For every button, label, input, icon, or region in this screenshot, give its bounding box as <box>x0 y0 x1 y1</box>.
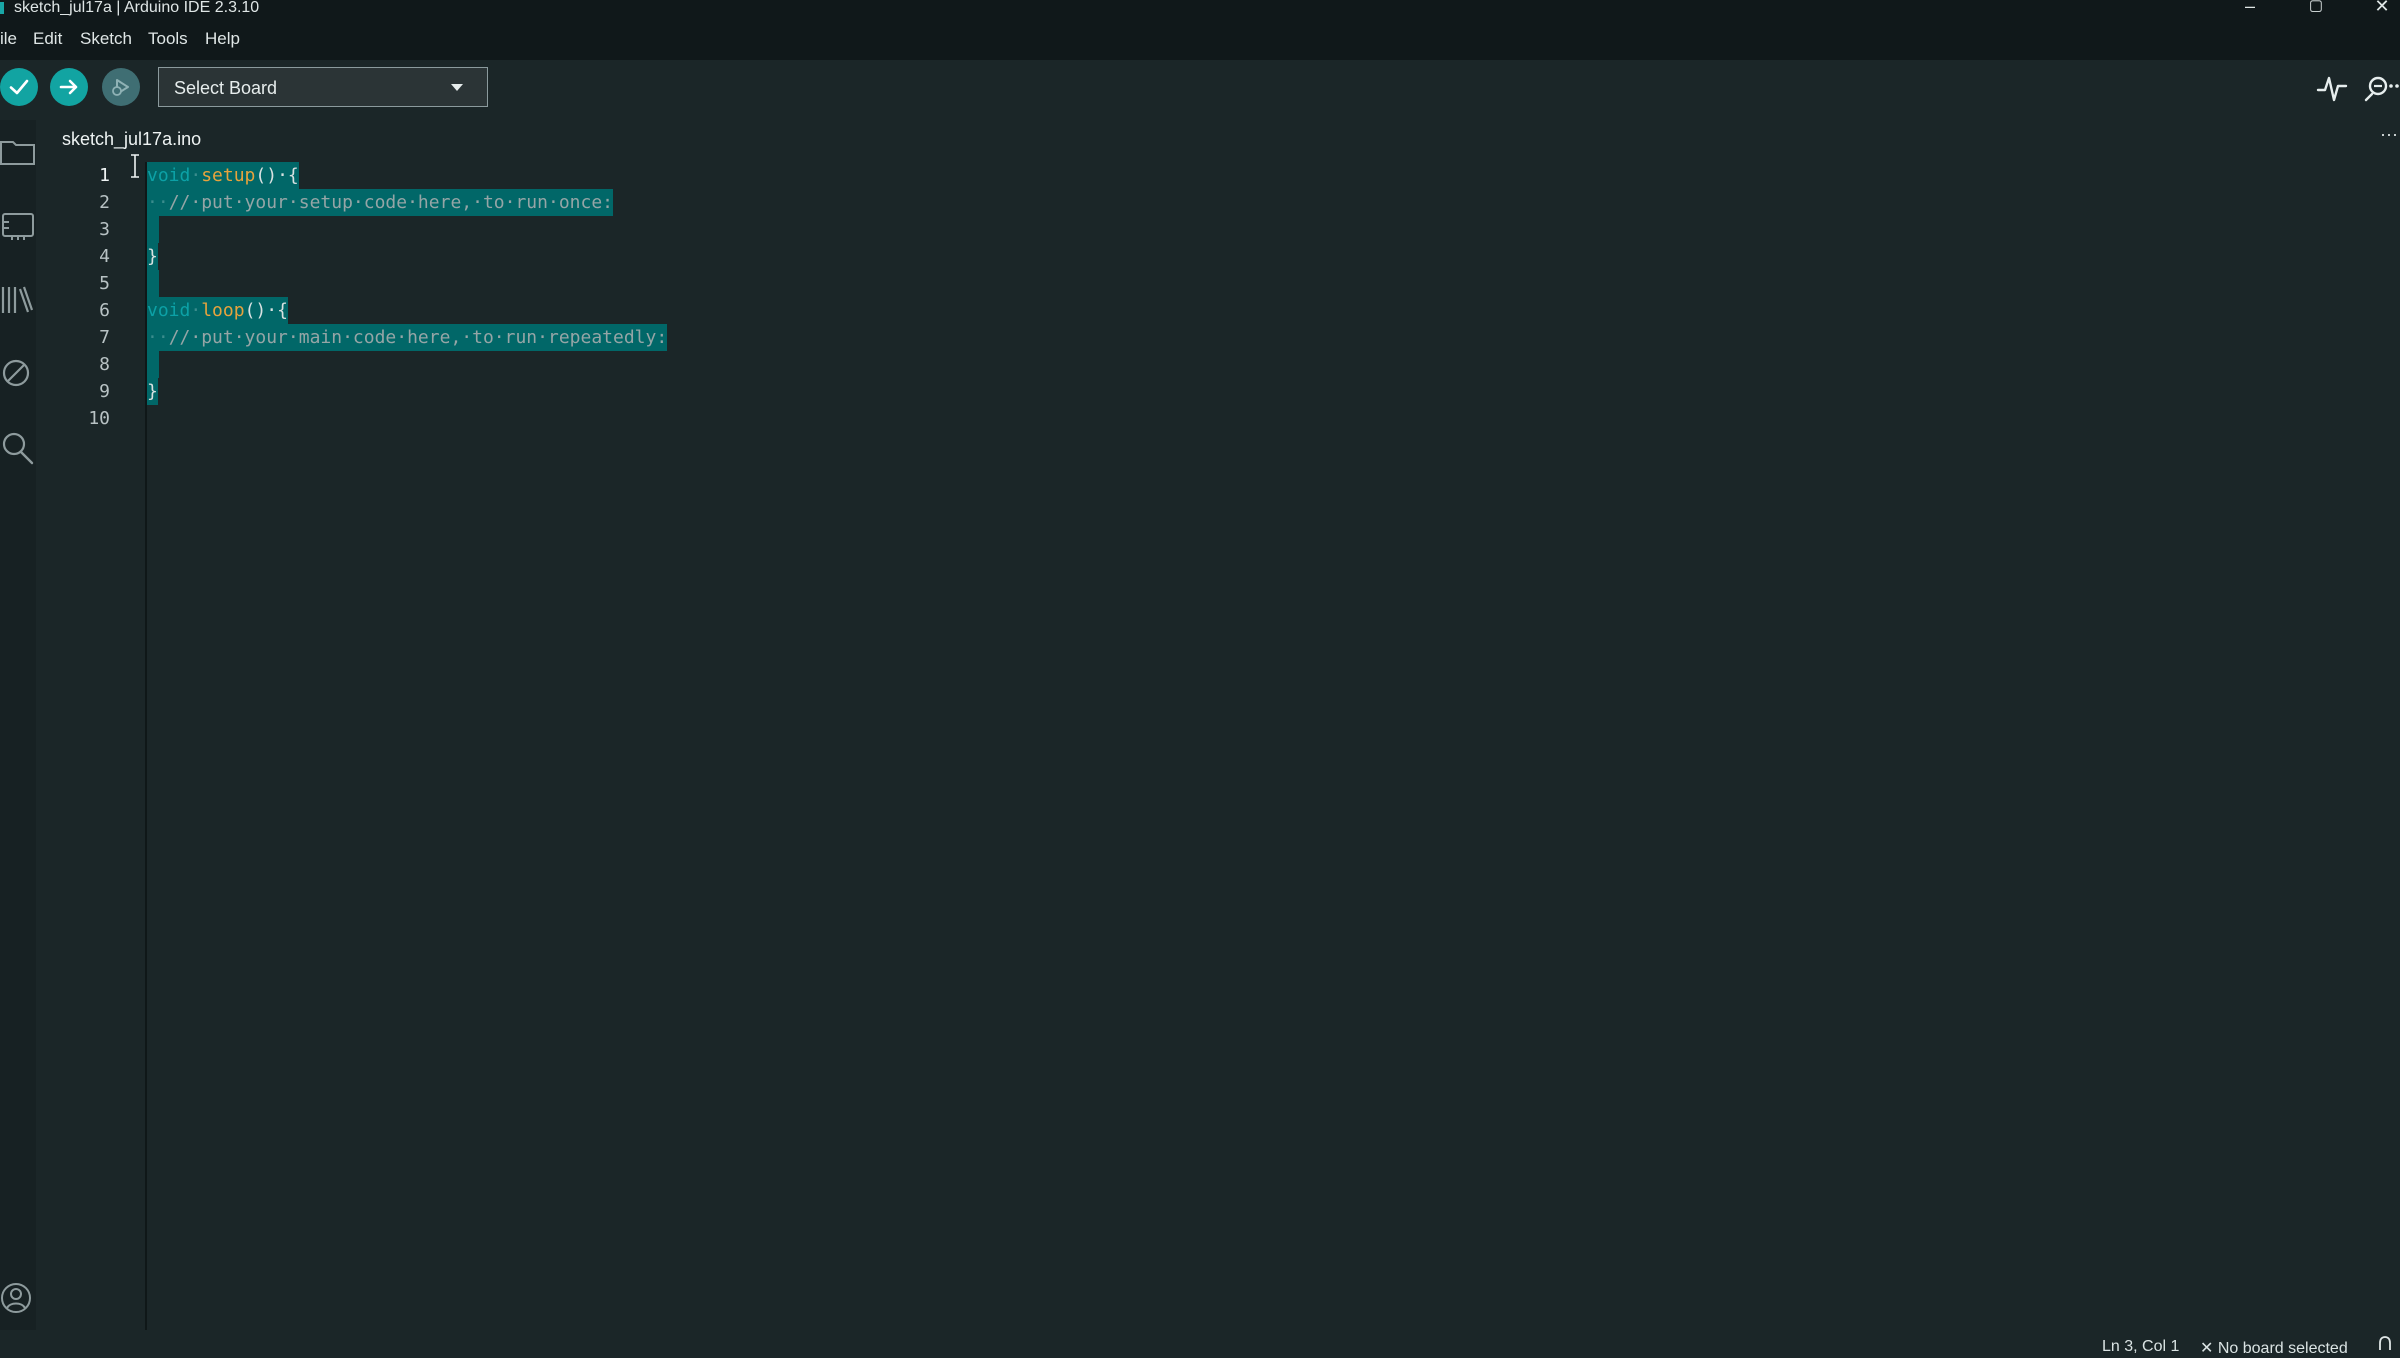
menu-help[interactable]: Help <box>205 29 240 49</box>
restore-button[interactable]: ▢ <box>2296 0 2336 18</box>
code-comment: //·put·your·setup·code·here,·to·run·once… <box>168 192 614 213</box>
menu-file[interactable]: ile <box>0 29 17 49</box>
code-line[interactable] <box>147 351 159 378</box>
status-bar <box>0 1330 2400 1350</box>
debug-disabled-icon[interactable] <box>0 353 36 393</box>
code-line[interactable] <box>147 270 159 297</box>
bell-icon[interactable] <box>2376 1336 2394 1350</box>
code-punctuation: ()·{ <box>255 165 299 186</box>
code-line[interactable]: void·loop()·{ <box>147 297 288 324</box>
code-function: loop <box>201 300 245 321</box>
code-line[interactable]: } <box>147 378 158 405</box>
code-line[interactable]: ··//·put·your·main·code·here,·to·run·rep… <box>147 324 668 351</box>
code-line[interactable]: ··//·put·your·setup·code·here,·to·run·on… <box>147 189 614 216</box>
debug-button[interactable] <box>102 68 140 106</box>
line-number: 6 <box>99 300 110 321</box>
window-title: sketch_jul17a | Arduino IDE 2.3.10 <box>14 0 260 16</box>
line-number: 5 <box>99 273 110 294</box>
chevron-down-icon <box>451 84 463 91</box>
editor-area <box>48 120 2400 1330</box>
code-punctuation: } <box>147 246 158 267</box>
menu-bar: ile Edit Sketch Tools Help <box>0 18 2400 60</box>
verify-button[interactable] <box>0 68 38 106</box>
code-punctuation: } <box>147 381 158 402</box>
code-line[interactable] <box>147 216 159 243</box>
line-number: 7 <box>99 327 110 348</box>
code-keyword: void <box>147 165 191 186</box>
boards-manager-icon[interactable] <box>0 204 36 244</box>
board-select-dropdown[interactable]: Select Board <box>158 67 488 107</box>
code-comment: //·put·your·main·code·here,·to·run·repea… <box>168 327 668 348</box>
account-icon[interactable] <box>0 1278 36 1318</box>
check-icon <box>9 79 29 95</box>
arrow-right-icon <box>59 79 78 95</box>
cursor-position[interactable]: Ln 3, Col 1 <box>2102 1338 2179 1356</box>
board-status[interactable]: ✕ No board selected <box>2200 1338 2348 1358</box>
code-whitespace: ·· <box>147 327 169 348</box>
serial-monitor-icon[interactable] <box>2360 70 2400 106</box>
more-actions-icon[interactable]: ··· <box>2380 124 2398 145</box>
title-bar: sketch_jul17a | Arduino IDE 2.3.10 – ▢ ✕ <box>0 0 2400 18</box>
code-punctuation: ()·{ <box>244 300 288 321</box>
text-cursor-icon <box>131 154 139 178</box>
menu-tools[interactable]: Tools <box>148 29 188 49</box>
board-select-label: Select Board <box>174 78 278 98</box>
code-function: setup <box>201 165 256 186</box>
line-number: 8 <box>99 354 110 375</box>
code-whitespace: ·· <box>147 192 169 213</box>
serial-plotter-icon[interactable] <box>2312 70 2352 106</box>
tab-label: sketch_jul17a.ino <box>62 129 202 149</box>
folder-icon[interactable] <box>0 130 36 170</box>
menu-edit[interactable]: Edit <box>33 29 62 49</box>
debug-icon <box>112 79 129 96</box>
line-number: 4 <box>99 246 110 267</box>
app-icon <box>0 2 4 14</box>
search-icon[interactable] <box>0 427 36 467</box>
close-button[interactable]: ✕ <box>2362 0 2400 18</box>
line-number: 3 <box>99 219 110 240</box>
line-number: 2 <box>99 192 110 213</box>
upload-button[interactable] <box>50 68 88 106</box>
line-number: 9 <box>99 381 110 402</box>
code-whitespace: · <box>190 300 202 321</box>
code-keyword: void <box>147 300 191 321</box>
minimize-button[interactable]: – <box>2230 0 2270 18</box>
code-line[interactable]: void·setup()·{ <box>147 162 299 189</box>
line-number: 10 <box>88 408 110 429</box>
code-line[interactable]: } <box>147 243 158 270</box>
line-number: 1 <box>99 165 110 186</box>
library-icon[interactable] <box>0 279 36 319</box>
code-whitespace: · <box>190 165 202 186</box>
menu-sketch[interactable]: Sketch <box>80 29 132 49</box>
